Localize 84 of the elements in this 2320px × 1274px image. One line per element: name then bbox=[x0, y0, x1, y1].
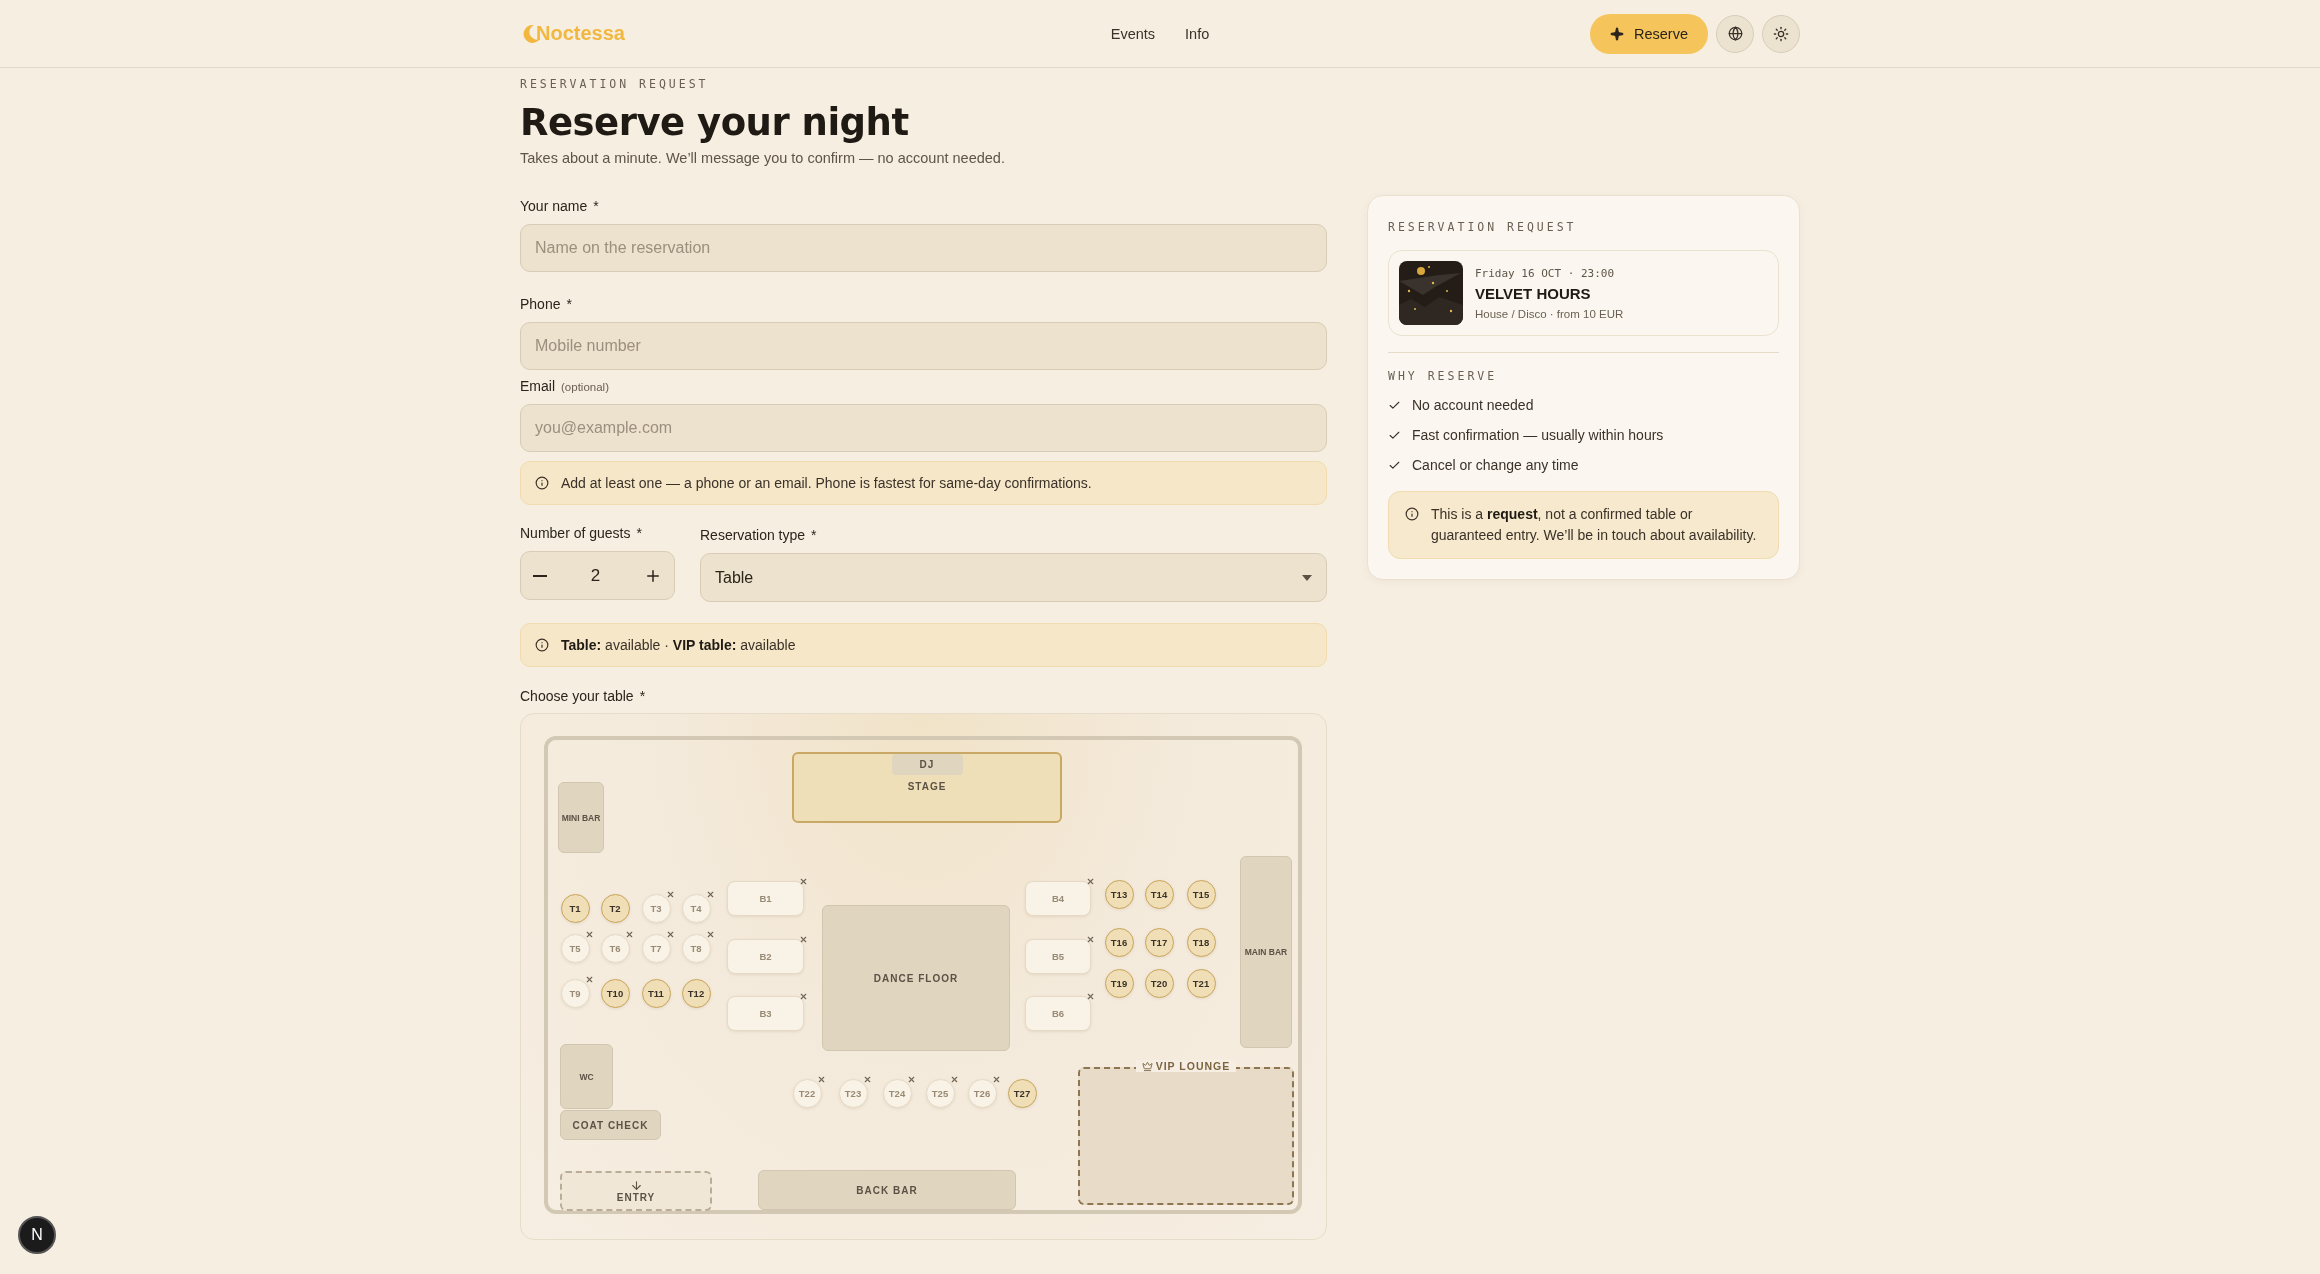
unavailable-x-icon bbox=[799, 877, 808, 886]
minus-icon bbox=[533, 574, 547, 577]
unavailable-x-icon bbox=[862, 1074, 872, 1084]
nav-link[interactable]: Info bbox=[1185, 25, 1210, 42]
venue-fixture: BACK BAR bbox=[758, 1170, 1016, 1210]
table-seat[interactable]: T11 bbox=[641, 978, 671, 1008]
language-button[interactable] bbox=[1716, 14, 1754, 53]
unavailable-x-icon bbox=[799, 992, 808, 1001]
table-seat[interactable]: T17 bbox=[1144, 927, 1174, 957]
table-seat[interactable]: T21 bbox=[1186, 968, 1216, 998]
page-subtitle: Takes about a minute. We’ll message you to confirm — no account needed. bbox=[520, 150, 1006, 166]
field-label: Your name * bbox=[520, 198, 600, 214]
table-seat[interactable]: T27 bbox=[1007, 1078, 1037, 1108]
unavailable-x-icon bbox=[949, 1074, 959, 1084]
table-seat[interactable]: T19 bbox=[1104, 968, 1134, 998]
unavailable-x-icon bbox=[1086, 877, 1095, 886]
availability-text: Table: available · VIP table: available bbox=[561, 637, 796, 653]
info-text: Add at least one — a phone or an email. Phone is fastest for same-day confirmations. bbox=[561, 475, 1092, 491]
reservation-type-select[interactable]: Table bbox=[700, 553, 1327, 602]
info-icon bbox=[535, 476, 549, 490]
table-seat[interactable]: T10 bbox=[600, 978, 630, 1008]
unavailable-x-icon bbox=[705, 889, 715, 899]
crown-icon bbox=[1141, 1060, 1153, 1072]
unavailable-x-icon bbox=[906, 1074, 916, 1084]
reason-text: Fast confirmation — usually within hours bbox=[1412, 427, 1664, 443]
table-seat[interactable]: T18 bbox=[1186, 927, 1216, 957]
guest-count: 2 bbox=[590, 565, 601, 586]
unavailable-x-icon bbox=[665, 929, 675, 939]
unavailable-x-icon bbox=[624, 929, 634, 939]
venue-fixture: MINI BAR bbox=[558, 782, 604, 853]
info-icon bbox=[1405, 507, 1419, 521]
card-eyebrow: RESERVATION REQUEST bbox=[1388, 220, 1578, 234]
table-seat[interactable]: T1 bbox=[560, 893, 590, 923]
page-title: Reserve your night bbox=[520, 101, 910, 144]
reason-text: No account needed bbox=[1412, 397, 1534, 413]
info-icon bbox=[535, 638, 549, 652]
dj-booth: DJ bbox=[891, 754, 963, 775]
unavailable-x-icon bbox=[665, 889, 675, 899]
sparkle-icon bbox=[1610, 26, 1624, 41]
phone-field[interactable]: Mobile number bbox=[520, 322, 1327, 370]
table-seat[interactable]: T14 bbox=[1144, 879, 1174, 909]
event-meta: House / Disco · from 10 EUR bbox=[1475, 307, 1624, 320]
unavailable-x-icon bbox=[991, 1074, 1001, 1084]
reason-text: Cancel or change any time bbox=[1412, 457, 1579, 473]
arrow-down-icon bbox=[629, 1179, 643, 1192]
globe-icon bbox=[1727, 26, 1743, 41]
unavailable-x-icon bbox=[1086, 992, 1095, 1001]
unavailable-x-icon bbox=[816, 1074, 826, 1084]
table-seat[interactable]: T16 bbox=[1104, 927, 1134, 957]
name-field[interactable]: Name on the reservation bbox=[520, 224, 1327, 272]
venue-fixture: COAT CHECK bbox=[560, 1110, 661, 1140]
card-eyebrow: WHY RESERVE bbox=[1388, 369, 1499, 383]
email-field[interactable]: you@example.com bbox=[520, 404, 1327, 452]
unavailable-x-icon bbox=[584, 974, 594, 984]
entry-label: ENTRY bbox=[616, 1192, 656, 1203]
vip-lounge-label: VIP LOUNGE bbox=[1135, 1060, 1237, 1072]
sun-icon bbox=[1773, 25, 1789, 42]
event-title: VELVET HOURS bbox=[1475, 284, 1592, 302]
dropdown-caret-icon bbox=[1302, 574, 1312, 581]
venue-fixture: WC bbox=[560, 1044, 613, 1109]
unavailable-x-icon bbox=[1086, 935, 1095, 944]
dev-badge[interactable]: N bbox=[18, 1216, 56, 1254]
field-label: Reservation type * bbox=[700, 527, 818, 543]
theme-button[interactable] bbox=[1762, 14, 1800, 53]
field-label: Email (optional) bbox=[520, 378, 610, 394]
unavailable-x-icon bbox=[705, 929, 715, 939]
info-text: This is a request, not a confirmed table or guaranteed entry. We’ll be in touch about availability. bbox=[1431, 505, 1758, 545]
unavailable-x-icon bbox=[584, 929, 594, 939]
reserve-button[interactable]: Reserve bbox=[1590, 13, 1708, 54]
table-seat[interactable]: T12 bbox=[681, 978, 711, 1008]
table-seat[interactable]: T13 bbox=[1104, 879, 1134, 909]
stage-label: STAGE bbox=[907, 781, 947, 792]
dance-floor-area: DANCE FLOOR bbox=[822, 905, 1010, 1051]
venue-fixture: MAIN BAR bbox=[1240, 856, 1292, 1048]
field-label: Phone * bbox=[520, 296, 573, 312]
table-seat[interactable]: T15 bbox=[1186, 879, 1216, 909]
table-seat[interactable]: T2 bbox=[600, 893, 630, 923]
table-seat[interactable]: T20 bbox=[1144, 968, 1174, 998]
event-date: Friday 16 OCT · 23:00 bbox=[1475, 266, 1616, 280]
field-label: Number of guests * bbox=[520, 525, 643, 541]
unavailable-x-icon bbox=[799, 935, 808, 944]
nav-link[interactable]: Events bbox=[1110, 25, 1156, 42]
field-label: Choose your table * bbox=[520, 688, 647, 704]
section-eyebrow: RESERVATION REQUEST bbox=[520, 77, 710, 91]
